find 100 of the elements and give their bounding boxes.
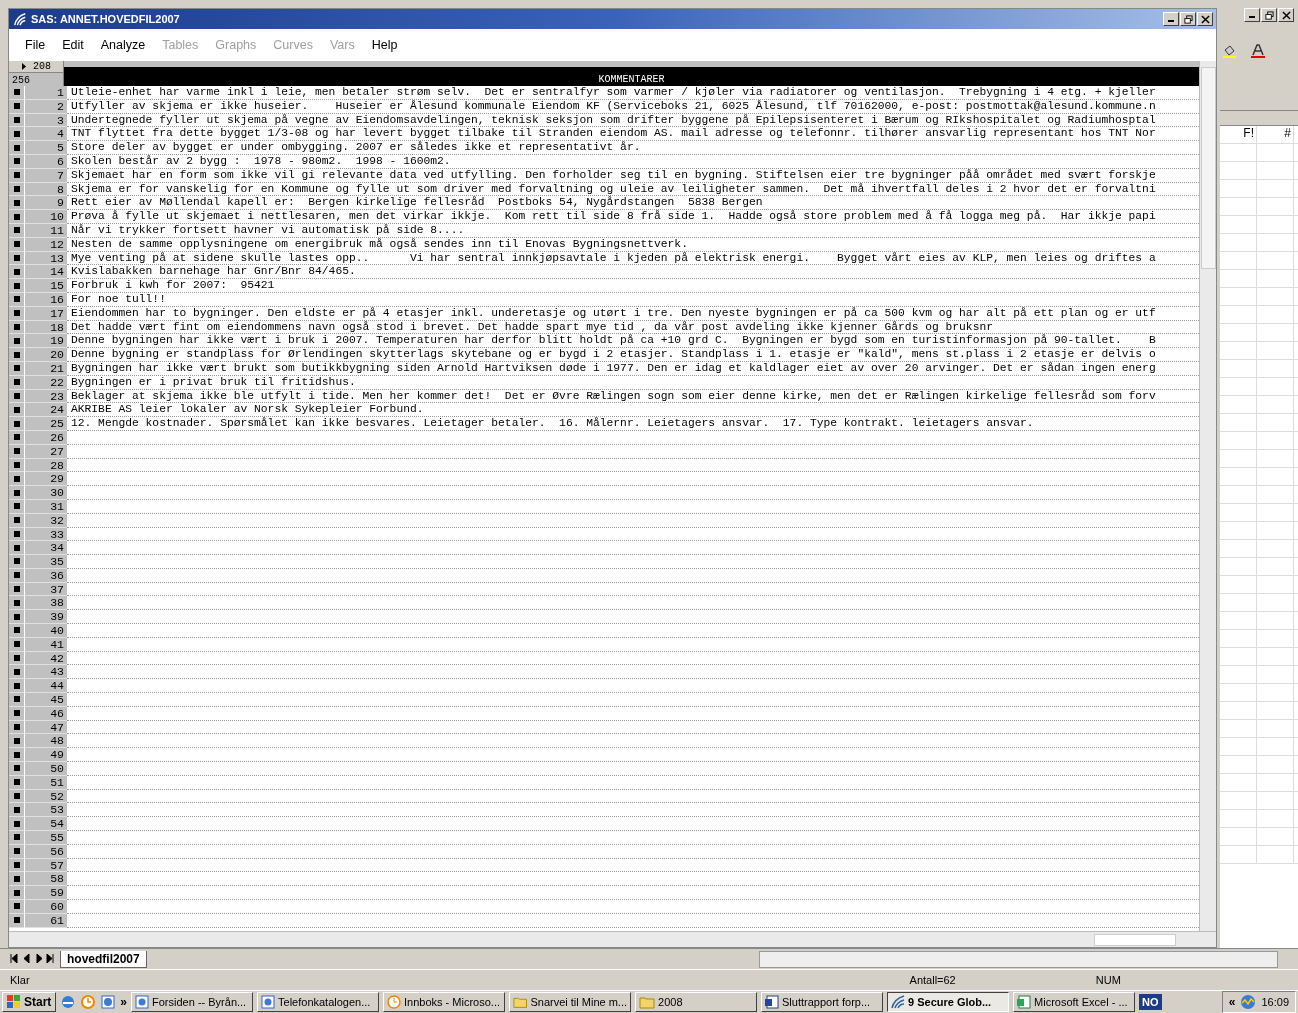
table-cell: Rett eier av Møllendal kapell er: Bergen kirkelige fellesråd Postboks 54, Nygårdstangen 5838 Bergen: [67, 196, 1199, 211]
row-number: 45: [25, 693, 67, 707]
row-number: 40: [25, 624, 67, 638]
row-selector[interactable]: [9, 693, 25, 707]
fill-color-icon[interactable]: [1222, 44, 1238, 58]
font-color-icon[interactable]: [1250, 44, 1266, 58]
row-number: 59: [25, 886, 67, 900]
network-icon[interactable]: [1240, 994, 1257, 1010]
document-icon: [765, 995, 780, 1009]
taskbar-button[interactable]: Forsiden -- Byrån...: [131, 992, 254, 1012]
taskbar-button[interactable]: 2008: [635, 992, 758, 1012]
spreadsheet-cell[interactable]: #: [1257, 126, 1294, 143]
menu-item[interactable]: Help: [371, 38, 398, 52]
row-selector[interactable]: [9, 886, 25, 900]
close-icon: [1200, 14, 1210, 24]
row-selector[interactable]: [9, 679, 25, 694]
close-icon: [1281, 10, 1291, 20]
row-selector[interactable]: [9, 196, 25, 211]
more-button[interactable]: »: [120, 995, 128, 1009]
table-cell: Denne bygningen har ikke vært i bruk i 2007. Temperaturen har derfor blitt holdt på ca +10 grd C. Bygningen er bygd som en turistinformasjon på 90-tallet. B: [67, 334, 1199, 349]
row-selector[interactable]: [9, 610, 25, 625]
sas-logo-icon: [891, 995, 906, 1009]
table-cell: Denne bygning er standplass for Ørlendingen skytterlags skytebane og er bygd i 2 etasjer. Standplass i 1. etasje er "kald", mens st.plass i 2 etasje er delvis o: [67, 348, 1199, 362]
row-selector[interactable]: [9, 417, 25, 431]
row-selector[interactable]: [9, 472, 25, 487]
row-number: 54: [25, 817, 67, 832]
row-selector[interactable]: [9, 348, 25, 362]
row-selector[interactable]: [9, 831, 25, 845]
minimize-button[interactable]: [1163, 12, 1179, 26]
row-number: 4: [25, 127, 67, 142]
row-selector[interactable]: [9, 86, 25, 100]
column-count: 256: [11, 75, 31, 86]
tray-expand-button[interactable]: «: [1228, 995, 1236, 1009]
taskbar-button[interactable]: 9 Secure Glob...: [887, 992, 1010, 1012]
row-number: 58: [25, 872, 67, 887]
clock-icon: [387, 995, 402, 1009]
row-selector[interactable]: [9, 665, 25, 680]
table-cell: Forbruk i kwh for 2007: 95421: [67, 279, 1199, 293]
spreadsheet-cell[interactable]: F!: [1220, 126, 1257, 143]
status-text: Klar: [10, 974, 30, 986]
row-selector[interactable]: [9, 762, 25, 776]
row-number: 48: [25, 734, 67, 749]
row-number: 60: [25, 900, 67, 914]
row-selector[interactable]: [9, 734, 25, 749]
row-selector[interactable]: [9, 127, 25, 142]
table-cell: 12. Mengde kostnader. Spørsmålet kan ikke besvares. Leietager betaler. 16. Målernr. Leietagers ansvar. 17. Type kontrakt. leietagers ansvar.: [67, 417, 1199, 431]
row-selector[interactable]: [9, 486, 25, 500]
taskbar-button[interactable]: Snarvei til Mine m...: [509, 992, 632, 1012]
start-button[interactable]: Start: [2, 992, 57, 1012]
row-selector[interactable]: [9, 210, 25, 224]
taskbar-button[interactable]: Sluttrapport forp...: [761, 992, 884, 1012]
row-selector[interactable]: [9, 541, 25, 556]
clock-icon[interactable]: [80, 994, 97, 1010]
vertical-scrollbar[interactable]: [1199, 61, 1216, 931]
close-button[interactable]: [1278, 8, 1294, 22]
table-cell: Mye venting på at sidene skulle lastes opp.. Vi har sentral innkjøpsavtale i kjeden på elektrisk energi. Bygget vårt eies av KLP, men leies og driftes a: [67, 251, 1199, 266]
restore-button[interactable]: [1180, 12, 1196, 26]
windows-logo-icon: [7, 995, 21, 1009]
window-title: SAS: ANNET.HOVEDFIL2007: [31, 13, 180, 25]
table-cell: Prøva å fylle ut skjemaet i nettlesaren, men det virkar ikkje. Kom rett til side 8 frå side 1. Hadde også store problem med å få logga meg på. Har ikkje papi: [67, 210, 1199, 224]
row-selector[interactable]: [9, 265, 25, 280]
horizontal-scrollbar[interactable]: [9, 931, 1216, 947]
table-cell: Store deler av bygget er under ombygging. 2007 er således ikke et representativt år.: [67, 141, 1199, 155]
row-number: 43: [25, 665, 67, 680]
row-selector[interactable]: [9, 624, 25, 638]
restore-button[interactable]: [1261, 8, 1277, 22]
taskbar-button[interactable]: Telefonkatalogen...: [257, 992, 380, 1012]
close-button[interactable]: [1197, 12, 1213, 26]
table-cell: TNT flyttet fra dette bygget 1/3-08 og har levert bygget tilbake til Stranden eiendom AS. mail adresse og telefonnr. tilhører ansvarlig representant hos TNT Nor: [67, 127, 1199, 142]
row-selector[interactable]: [9, 555, 25, 569]
row-selector[interactable]: [9, 803, 25, 818]
language-indicator[interactable]: NO: [1139, 994, 1162, 1010]
row-number: 55: [25, 831, 67, 845]
menu-item[interactable]: Edit: [62, 38, 84, 52]
row-selector[interactable]: [9, 596, 25, 611]
taskbar-button[interactable]: Microsoft Excel - ...: [1013, 992, 1136, 1012]
row-selector[interactable]: [9, 900, 25, 914]
row-selector[interactable]: [9, 403, 25, 418]
horizontal-scrollbar[interactable]: [758, 950, 1278, 968]
table-cell: Bygningen har ikke vært brukt som butikkbygning siden Arnold Hartviksen døde i 1977. Den er idag et kaldlager eiet av over 20 arvinger. Det er sådan ingen energ: [67, 361, 1199, 376]
row-selector[interactable]: [9, 748, 25, 763]
row-selector[interactable]: [9, 279, 25, 293]
minimize-icon: [1168, 20, 1174, 22]
minimize-button[interactable]: [1244, 8, 1260, 22]
num-lock-indicator: NUM: [1095, 974, 1121, 986]
sheet-tab[interactable]: hovedfil2007: [60, 950, 147, 968]
menu-item[interactable]: Analyze: [100, 38, 146, 52]
taskbar-button[interactable]: Innboks - Microso...: [383, 992, 506, 1012]
table-cell: Utleie-enhet har varme inkl i leie, men betaler strøm selv. Det er sentralfyr som varmer / kjøler via radiatorer og ventilasjon. Trebygning i 4 etg. + kjeller: [67, 86, 1199, 100]
row-selector[interactable]: [9, 817, 25, 832]
row-selector[interactable]: [9, 334, 25, 349]
row-selector[interactable]: [9, 872, 25, 887]
row-number: 35: [25, 555, 67, 569]
row-selector[interactable]: [9, 141, 25, 155]
table-cell: Skolen består av 2 bygg : 1978 - 980m2. 1998 - 1600m2.: [67, 155, 1199, 169]
row-number: 39: [25, 610, 67, 625]
column-header[interactable]: KOMMENTARER: [64, 61, 1199, 86]
arrow-icon: [21, 63, 27, 70]
sheet-navigation-icon[interactable]: [10, 952, 54, 966]
menu-item[interactable]: File: [25, 38, 46, 52]
